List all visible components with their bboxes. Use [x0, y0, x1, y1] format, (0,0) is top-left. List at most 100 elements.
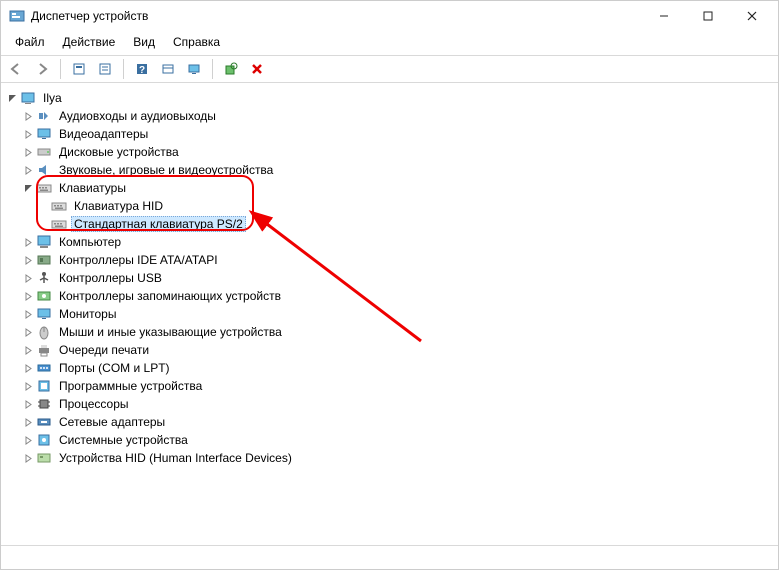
tree-category[interactable]: Мыши и иные указывающие устройства	[5, 323, 774, 341]
device-tree[interactable]: Ilya Аудиовходы и аудиовыходыВидеоадаптер…	[1, 83, 778, 544]
tree-category-label: Системные устройства	[56, 432, 191, 448]
tree-category[interactable]: Контроллеры IDE ATA/ATAPI	[5, 251, 774, 269]
list-view-button[interactable]	[157, 58, 179, 80]
help-button[interactable]: ?	[131, 58, 153, 80]
uninstall-button[interactable]	[246, 58, 268, 80]
expand-icon[interactable]	[21, 433, 35, 447]
tree-category-label: Процессоры	[56, 396, 132, 412]
tree-category-label: Устройства HID (Human Interface Devices)	[56, 450, 295, 466]
expand-icon[interactable]	[21, 397, 35, 411]
tree-category-label: Клавиатуры	[56, 180, 129, 196]
expand-icon[interactable]	[21, 235, 35, 249]
collapse-icon[interactable]	[5, 91, 19, 105]
tree-category-label: Контроллеры USB	[56, 270, 165, 286]
tree-category-label: Порты (COM и LPT)	[56, 360, 173, 376]
tree-root-label: Ilya	[40, 90, 65, 106]
monitor-button[interactable]	[183, 58, 205, 80]
menu-view[interactable]: Вид	[125, 33, 163, 51]
expand-icon[interactable]	[21, 343, 35, 357]
show-hidden-button[interactable]	[68, 58, 90, 80]
app-icon	[9, 8, 25, 24]
svg-text:?: ?	[139, 65, 145, 76]
tree-category[interactable]: Сетевые адаптеры	[5, 413, 774, 431]
tree-category[interactable]: Очереди печати	[5, 341, 774, 359]
tree-category[interactable]: Системные устройства	[5, 431, 774, 449]
tree-category[interactable]: Мониторы	[5, 305, 774, 323]
software-icon	[36, 378, 52, 394]
expand-icon[interactable]	[21, 163, 35, 177]
properties-button[interactable]	[94, 58, 116, 80]
tree-category[interactable]: Клавиатуры	[5, 179, 774, 197]
tree-category[interactable]: Контроллеры USB	[5, 269, 774, 287]
expand-icon[interactable]	[21, 253, 35, 267]
window-title: Диспетчер устройств	[31, 9, 148, 23]
tree-category-label: Программные устройства	[56, 378, 205, 394]
tree-category[interactable]: Контроллеры запоминающих устройств	[5, 287, 774, 305]
system-icon	[36, 432, 52, 448]
expand-icon[interactable]	[21, 109, 35, 123]
usb-icon	[36, 270, 52, 286]
tree-device-label: Стандартная клавиатура PS/2	[71, 216, 246, 232]
tree-category[interactable]: Звуковые, игровые и видеоустройства	[5, 161, 774, 179]
disk-icon	[36, 144, 52, 160]
scan-hardware-button[interactable]	[220, 58, 242, 80]
collapse-icon[interactable]	[21, 181, 35, 195]
ide-icon	[36, 252, 52, 268]
expand-icon[interactable]	[21, 307, 35, 321]
printer-icon	[36, 342, 52, 358]
tree-category[interactable]: Аудиовходы и аудиовыходы	[5, 107, 774, 125]
tree-device-label: Клавиатура HID	[71, 198, 166, 214]
tree-device[interactable]: Стандартная клавиатура PS/2	[5, 215, 774, 233]
sound-icon	[36, 162, 52, 178]
tree-category[interactable]: Устройства HID (Human Interface Devices)	[5, 449, 774, 467]
menu-file[interactable]: Файл	[7, 33, 53, 51]
cpu-icon	[36, 396, 52, 412]
toolbar: ?	[1, 55, 778, 83]
expand-icon[interactable]	[21, 415, 35, 429]
toolbar-separator	[212, 59, 213, 79]
title-area: Диспетчер устройств	[5, 8, 642, 24]
toolbar-separator	[60, 59, 61, 79]
display-icon	[36, 126, 52, 142]
expand-icon[interactable]	[21, 325, 35, 339]
mouse-icon	[36, 324, 52, 340]
tree-category[interactable]: Процессоры	[5, 395, 774, 413]
minimize-button[interactable]	[642, 1, 686, 31]
menu-help[interactable]: Справка	[165, 33, 228, 51]
expand-icon[interactable]	[21, 145, 35, 159]
computer-icon	[20, 90, 36, 106]
close-button[interactable]	[730, 1, 774, 31]
hid-icon	[36, 450, 52, 466]
tree-category[interactable]: Дисковые устройства	[5, 143, 774, 161]
tree-category[interactable]: Компьютер	[5, 233, 774, 251]
maximize-button[interactable]	[686, 1, 730, 31]
forward-button[interactable]	[31, 58, 53, 80]
network-icon	[36, 414, 52, 430]
tree-category-label: Контроллеры запоминающих устройств	[56, 288, 284, 304]
back-button[interactable]	[5, 58, 27, 80]
expand-icon[interactable]	[21, 451, 35, 465]
expand-icon[interactable]	[21, 361, 35, 375]
statusbar	[1, 545, 778, 569]
expand-icon[interactable]	[21, 127, 35, 141]
tree-category-label: Мониторы	[56, 306, 119, 322]
titlebar: Диспетчер устройств	[1, 1, 778, 31]
tree-category[interactable]: Порты (COM и LPT)	[5, 359, 774, 377]
tree-device[interactable]: Клавиатура HID	[5, 197, 774, 215]
expand-icon[interactable]	[21, 379, 35, 393]
expand-icon[interactable]	[21, 289, 35, 303]
tree-category-label: Звуковые, игровые и видеоустройства	[56, 162, 276, 178]
keyboard-icon	[51, 198, 67, 214]
keyboard-icon	[51, 216, 67, 232]
expand-icon[interactable]	[21, 271, 35, 285]
tree-category-label: Мыши и иные указывающие устройства	[56, 324, 285, 340]
tree-category[interactable]: Видеоадаптеры	[5, 125, 774, 143]
menu-action[interactable]: Действие	[55, 33, 124, 51]
monitor-icon	[36, 306, 52, 322]
tree-root[interactable]: Ilya	[5, 89, 774, 107]
tree-category[interactable]: Программные устройства	[5, 377, 774, 395]
tree-category-label: Аудиовходы и аудиовыходы	[56, 108, 219, 124]
keyboard-icon	[36, 180, 52, 196]
computer-icon	[36, 234, 52, 250]
toolbar-separator	[123, 59, 124, 79]
